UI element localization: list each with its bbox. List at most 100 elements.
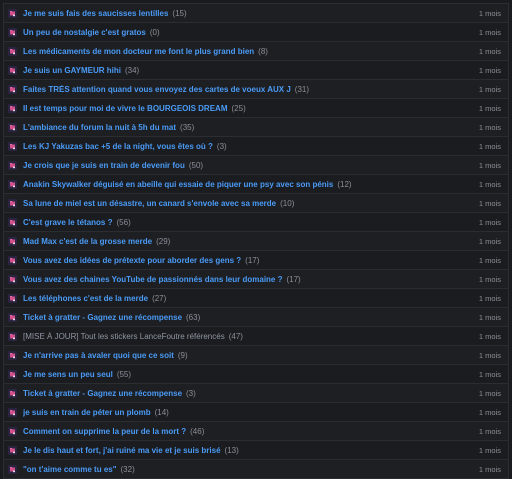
topic-folder-icon xyxy=(8,293,17,303)
topic-folder-icon xyxy=(8,274,17,284)
topic-row[interactable]: Je n'arrive pas à avaler quoi que ce soi… xyxy=(4,346,508,365)
topic-row[interactable]: Je suis un GAYMEUR hihi (34) 1 mois xyxy=(4,61,508,80)
topic-folder-icon xyxy=(8,122,17,132)
topic-reply-count: (29) xyxy=(156,236,171,246)
topic-last-activity: 1 mois xyxy=(478,293,501,303)
topic-last-activity: 1 mois xyxy=(478,103,501,113)
topic-row[interactable]: Mad Max c'est de la grosse merde (29) 1 mo… xyxy=(4,232,508,251)
topic-title-link[interactable]: L'ambiance du forum la nuit à 5h du mat xyxy=(23,123,176,132)
topic-row[interactable]: Les médicaments de mon docteur me font l… xyxy=(4,42,508,61)
topic-title-link[interactable]: C'est grave le tétanos ? xyxy=(23,218,113,227)
topic-title-link[interactable]: Mad Max c'est de la grosse merde xyxy=(23,237,152,246)
topic-title-link[interactable]: Les médicaments de mon docteur me font l… xyxy=(23,47,254,56)
topic-last-activity: 1 mois xyxy=(478,217,501,227)
topic-row[interactable]: Je me sens un peu seul (55) 1 mois xyxy=(4,365,508,384)
topic-title-link[interactable]: Un peu de nostalgie c'est gratos xyxy=(23,28,146,37)
topic-title-link[interactable]: Vous avez des idées de prétexte pour abo… xyxy=(23,256,241,265)
topic-reply-count: (47) xyxy=(228,331,243,341)
topic-title-link[interactable]: je suis en train de péter un plomb xyxy=(23,408,151,417)
topic-row[interactable]: Ticket à gratter - Gagnez une récompense… xyxy=(4,308,508,327)
topic-row[interactable]: Je crois que je suis en train de devenir… xyxy=(4,156,508,175)
topic-title-link[interactable]: Je crois que je suis en train de devenir… xyxy=(23,161,185,170)
topic-last-activity: 1 mois xyxy=(478,27,501,37)
topic-folder-icon xyxy=(8,8,17,18)
topic-reply-count: (0) xyxy=(149,27,160,37)
topic-row[interactable]: Je le dis haut et fort, j'ai ruiné ma vi… xyxy=(4,441,508,460)
topic-last-activity: 1 mois xyxy=(478,464,501,474)
topic-title-link[interactable]: Il est temps pour moi de vivre le BOURGE… xyxy=(23,104,228,113)
topic-reply-count: (14) xyxy=(154,407,169,417)
topic-row[interactable]: Sa lune de miel est un désastre, un cana… xyxy=(4,194,508,213)
topic-row[interactable]: Vous avez des idées de prétexte pour abo… xyxy=(4,251,508,270)
topic-folder-icon xyxy=(8,27,17,37)
topic-reply-count: (46) xyxy=(190,426,205,436)
topic-row[interactable]: "on t'aime comme tu es" (32) 1 mois xyxy=(4,460,508,479)
topic-title-link[interactable]: "on t'aime comme tu es" xyxy=(23,465,117,474)
topic-row[interactable]: Anakin Skywalker déguisé en abeille qui … xyxy=(4,175,508,194)
topic-folder-icon xyxy=(8,198,17,208)
topic-reply-count: (3) xyxy=(186,388,196,398)
topic-title-link[interactable]: Sa lune de miel est un désastre, un cana… xyxy=(23,199,276,208)
topic-last-activity: 1 mois xyxy=(478,426,501,436)
topic-reply-count: (17) xyxy=(245,255,260,265)
topic-folder-icon xyxy=(8,331,17,341)
topic-title-link[interactable]: Les téléphones c'est de la merde xyxy=(23,294,148,303)
topic-title-link[interactable]: Les KJ Yakuzas bac +5 de la night, vous … xyxy=(23,142,213,151)
topic-last-activity: 1 mois xyxy=(478,445,501,455)
topic-last-activity: 1 mois xyxy=(478,198,501,208)
topic-row[interactable]: Vous avez des chaines YouTube de passion… xyxy=(4,270,508,289)
topic-folder-icon xyxy=(8,388,17,398)
topic-folder-icon xyxy=(8,160,17,170)
topic-row[interactable]: L'ambiance du forum la nuit à 5h du mat (… xyxy=(4,118,508,137)
topic-row[interactable]: Comment on supprime la peur de la mort ?… xyxy=(4,422,508,441)
topic-title-link[interactable]: Ticket à gratter - Gagnez une récompense xyxy=(23,389,182,398)
topic-reply-count: (50) xyxy=(188,160,204,170)
topic-title-link[interactable]: Je le dis haut et fort, j'ai ruiné ma vi… xyxy=(23,446,221,455)
topic-folder-icon xyxy=(8,236,17,246)
topic-folder-icon xyxy=(8,464,17,474)
topic-title-link[interactable]: Ticket à gratter - Gagnez une récompense xyxy=(23,313,182,322)
topic-title-link[interactable]: Vous avez des chaines YouTube de passion… xyxy=(23,275,282,284)
topic-row[interactable]: Faites TRÈS attention quand vous envoyez… xyxy=(4,80,508,99)
topic-title-link[interactable]: Anakin Skywalker déguisé en abeille qui … xyxy=(23,180,333,189)
topic-title-link[interactable]: Comment on supprime la peur de la mort ? xyxy=(23,427,186,436)
topic-last-activity: 1 mois xyxy=(478,141,501,151)
topic-reply-count: (34) xyxy=(124,65,140,75)
topic-title-link[interactable]: [MISE À JOUR] Tout les stickers LanceFou… xyxy=(23,332,225,341)
topic-last-activity: 1 mois xyxy=(478,65,501,75)
topic-list: Je me suis fais des saucisses lentilles (… xyxy=(3,3,509,479)
topic-row[interactable]: Les téléphones c'est de la merde (27) 1 mo… xyxy=(4,289,508,308)
topic-reply-count: (15) xyxy=(172,8,187,18)
topic-title-link[interactable]: Je me suis fais des saucisses lentilles xyxy=(23,9,168,18)
topic-last-activity: 1 mois xyxy=(478,331,501,341)
topic-last-activity: 1 mois xyxy=(478,46,501,56)
topic-folder-icon xyxy=(8,84,17,94)
topic-folder-icon xyxy=(8,141,17,151)
topic-last-activity: 1 mois xyxy=(478,179,501,189)
topic-last-activity: 1 mois xyxy=(478,312,501,322)
topic-reply-count: (3) xyxy=(216,141,227,151)
topic-last-activity: 1 mois xyxy=(478,84,501,94)
topic-row[interactable]: Un peu de nostalgie c'est gratos (0) 1 moi… xyxy=(4,23,508,42)
topic-folder-icon xyxy=(8,369,17,379)
topic-folder-icon xyxy=(8,255,17,265)
topic-folder-icon xyxy=(8,426,17,436)
topic-title-link[interactable]: Je n'arrive pas à avaler quoi que ce soi… xyxy=(23,351,174,360)
topic-reply-count: (56) xyxy=(116,217,131,227)
topic-title-link[interactable]: Faites TRÈS attention quand vous envoyez… xyxy=(23,85,291,94)
topic-reply-count: (32) xyxy=(120,464,135,474)
topic-row[interactable]: je suis en train de péter un plomb (14) 1 … xyxy=(4,403,508,422)
topic-folder-icon xyxy=(8,407,17,417)
topic-row[interactable]: Ticket à gratter - Gagnez une récompense… xyxy=(4,384,508,403)
topic-reply-count: (17) xyxy=(286,274,301,284)
topic-title-link[interactable]: Je suis un GAYMEUR hihi xyxy=(23,66,121,75)
topic-folder-icon xyxy=(8,312,17,322)
topic-last-activity: 1 mois xyxy=(478,160,501,170)
topic-title-link[interactable]: Je me sens un peu seul xyxy=(23,370,113,379)
topic-reply-count: (10) xyxy=(280,198,295,208)
topic-row[interactable]: C'est grave le tétanos ? (56) 1 mois xyxy=(4,213,508,232)
topic-row[interactable]: [MISE À JOUR] Tout les stickers LanceFou… xyxy=(4,327,508,346)
topic-row[interactable]: Il est temps pour moi de vivre le BOURGE… xyxy=(4,99,508,118)
topic-row[interactable]: Les KJ Yakuzas bac +5 de la night, vous … xyxy=(4,137,508,156)
topic-row[interactable]: Je me suis fais des saucisses lentilles (… xyxy=(4,4,508,23)
